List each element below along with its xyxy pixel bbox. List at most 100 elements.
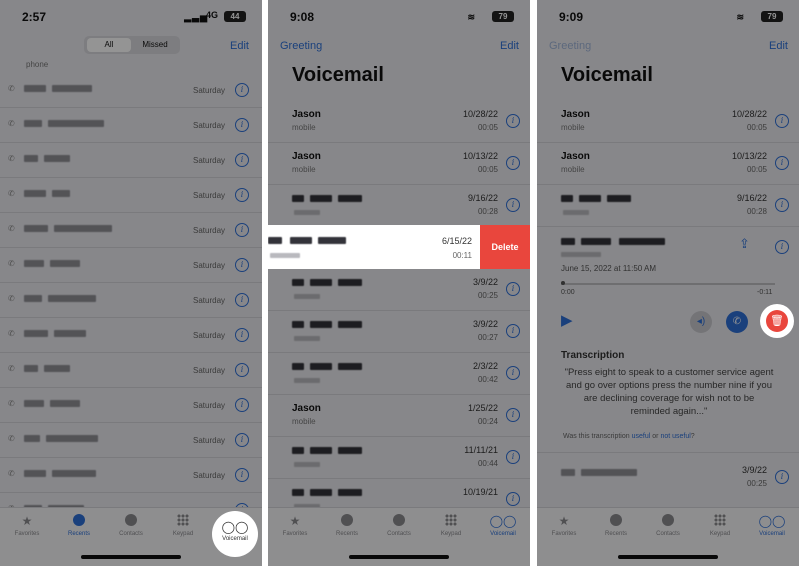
edit-button[interactable]: Edit [769,40,788,52]
tab-keypad[interactable]: Keypad [695,514,745,537]
recents-row[interactable]: ✆ Saturday i [0,387,262,423]
recents-row[interactable]: ✆ Saturday i [0,282,262,318]
voicemail-row[interactable]: 3/9/22 00:25 i [268,268,530,311]
voicemail-icon: ◯◯ [489,514,517,528]
tab-favorites[interactable]: ★ Favorites [270,514,320,537]
info-icon[interactable]: i [235,188,249,202]
tab-favorites[interactable]: ★ Favorites [539,514,589,537]
voicemail-row-swiped[interactable]: 6/15/22 00:11 Delete [268,225,530,269]
call-day: Saturday [193,86,226,95]
recents-row[interactable]: ✆ Saturday i [0,212,262,248]
recents-row[interactable]: ✆ Saturday i [0,317,262,353]
redacted-subtitle [563,210,589,215]
info-icon[interactable]: i [235,328,249,342]
phone-recents-screen: 2:57 ▂▃▅ 4G 44 All Missed Edit phone ✆ Sa… [0,0,262,566]
recents-row[interactable]: ✆ Saturday i [0,247,262,283]
voicemail-row[interactable]: 2/3/22 00:42 i [268,352,530,395]
voicemail-row[interactable]: Jason mobile 10/28/22 00:05 i [537,100,799,143]
voicemail-row[interactable]: 9/16/22 00:28 i [268,184,530,227]
info-icon[interactable]: i [235,83,249,97]
phone-handset-icon: ✆ [8,84,15,93]
segment-missed[interactable]: Missed [133,38,177,52]
info-icon[interactable]: i [235,118,249,132]
tab-label: Voicemail [222,536,248,542]
tab-favorites[interactable]: ★ Favorites [2,514,52,537]
info-icon[interactable]: i [506,198,520,212]
recents-segmented-control[interactable]: All Missed [84,36,180,54]
edit-button[interactable]: Edit [230,40,249,52]
tab-recents[interactable]: Recents [591,514,641,537]
tab-contacts[interactable]: Contacts [374,514,424,537]
voicemail-row[interactable]: Jason mobile 10/28/22 00:05 i [268,100,530,143]
caller-label: mobile [292,165,316,174]
phone-handset-icon: ✆ [8,189,15,198]
tab-keypad[interactable]: Keypad [426,514,476,537]
info-icon[interactable]: i [506,492,520,506]
info-icon[interactable]: i [235,153,249,167]
info-icon[interactable]: i [775,240,789,254]
info-icon[interactable]: i [235,468,249,482]
redacted-caller [310,363,332,370]
recents-row[interactable]: ✆ Saturday i [0,352,262,388]
recents-row[interactable]: ✆ Saturday i [0,107,262,143]
recents-row[interactable]: ✆ Saturday i [0,72,262,108]
phone-handset-icon: ✆ [8,259,15,268]
redacted-caller [310,489,332,496]
greeting-link[interactable]: Greeting [549,40,591,52]
voicemail-row[interactable]: Jason mobile 10/13/22 00:05 i [537,142,799,185]
info-icon[interactable]: i [235,398,249,412]
edit-button[interactable]: Edit [500,40,519,52]
tab-voicemail[interactable]: ◯◯ Voicemail [478,514,528,537]
tab-voicemail[interactable]: ◯◯ Voicemail [747,514,797,537]
recents-row[interactable]: ✆ Saturday i [0,457,262,493]
voicemail-row[interactable]: 9/16/22 00:28 i [537,184,799,227]
voicemail-row[interactable]: Jason mobile 1/25/22 00:24 i [268,394,530,437]
tab-contacts[interactable]: Contacts [643,514,693,537]
voicemail-row[interactable]: 3/9/22 00:27 i [268,310,530,353]
info-icon[interactable]: i [775,470,789,484]
tab-recents[interactable]: Recents [322,514,372,537]
tab-recents[interactable]: Recents [54,514,104,537]
play-button[interactable]: ▶ [561,311,573,329]
info-icon[interactable]: i [506,324,520,338]
playback-scrubber[interactable] [561,281,775,285]
useful-link[interactable]: useful [632,433,651,440]
info-icon[interactable]: i [235,258,249,272]
voicemail-row[interactable]: Jason mobile 10/13/22 00:05 i [268,142,530,185]
not-useful-link[interactable]: not useful [660,433,690,440]
info-icon[interactable]: i [506,114,520,128]
speaker-button[interactable]: ◂) [690,311,712,333]
recents-row[interactable]: ✆ Saturday i [0,177,262,213]
info-icon[interactable]: i [775,114,789,128]
info-icon[interactable]: i [506,156,520,170]
info-icon[interactable]: i [235,363,249,377]
tab-contacts[interactable]: Contacts [106,514,156,537]
greeting-link[interactable]: Greeting [280,40,322,52]
recents-row[interactable]: ✆ Saturday i [0,142,262,178]
info-icon[interactable]: i [235,433,249,447]
delete-button[interactable]: Delete [480,225,530,269]
info-icon[interactable]: i [235,223,249,237]
tab-label: Contacts [387,531,411,537]
info-icon[interactable]: i [235,293,249,307]
delete-voicemail-button[interactable]: 🗑 [760,304,794,338]
redacted-caller [292,363,304,370]
tab-keypad[interactable]: Keypad [158,514,208,537]
voicemail-duration: 00:28 [477,207,498,216]
call-day: Saturday [193,401,226,410]
info-icon[interactable]: i [506,366,520,380]
info-icon[interactable]: i [506,408,520,422]
share-icon[interactable]: ⇪ [739,236,750,252]
redacted-caller [54,225,112,232]
tab-voicemail-highlighted[interactable]: ◯◯ Voicemail [212,511,258,557]
redacted-caller [24,155,38,162]
voicemail-row[interactable]: 11/11/21 00:44 i [268,436,530,479]
voicemail-date: 10/28/22 [731,109,767,119]
info-icon[interactable]: i [775,198,789,212]
info-icon[interactable]: i [506,450,520,464]
segment-all[interactable]: All [87,38,131,52]
info-icon[interactable]: i [775,156,789,170]
recents-row[interactable]: ✆ Saturday i [0,422,262,458]
call-back-button[interactable]: ✆ [726,311,748,333]
info-icon[interactable]: i [506,282,520,296]
